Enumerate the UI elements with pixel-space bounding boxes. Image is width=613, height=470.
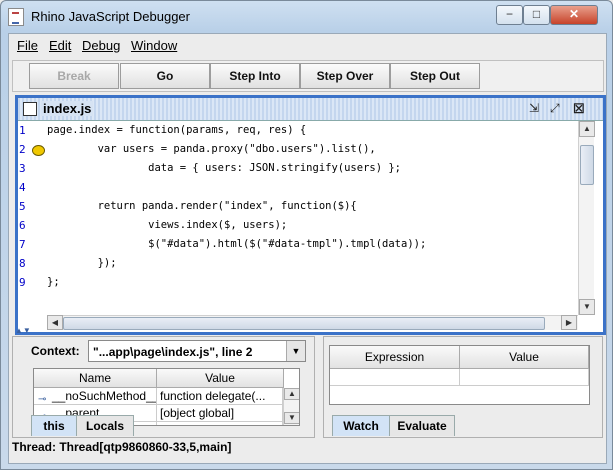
column-header-name[interactable]: Name: [34, 369, 157, 388]
line-gutter[interactable]: 1 2 3 4 5 6 7 8 9: [18, 121, 46, 315]
horizontal-scrollbar[interactable]: ◀ ▶: [47, 315, 578, 330]
code-line[interactable]: data = { users: JSON.stringify(users) };: [47, 162, 401, 174]
line-number[interactable]: 1: [19, 124, 26, 137]
scroll-up-icon[interactable]: ▲: [284, 388, 299, 400]
debug-toolbar: Break Go Step Into Step Over Step Out: [12, 60, 604, 92]
context-label: Context:: [31, 344, 80, 358]
minimize-button[interactable]: −: [496, 5, 523, 25]
tab-locals[interactable]: Locals: [76, 415, 134, 436]
watch-value-cell: [460, 369, 589, 386]
go-button[interactable]: Go: [120, 63, 210, 89]
code-line[interactable]: $("#data").html($("#data-tmpl").tmpl(dat…: [47, 238, 426, 250]
context-select[interactable]: "...app\page\index.js", line 2 ▼: [88, 340, 306, 362]
column-header-value[interactable]: Value: [157, 369, 284, 388]
scroll-left-icon[interactable]: ◀: [47, 315, 63, 330]
window-title: Rhino JavaScript Debugger: [31, 9, 190, 24]
maximize-frame-icon[interactable]: ⤢: [550, 101, 560, 116]
tab-evaluate[interactable]: Evaluate: [389, 415, 455, 436]
scroll-up-icon[interactable]: ▲: [579, 121, 595, 137]
title-bar[interactable]: Rhino JavaScript Debugger − □ ✕: [1, 1, 612, 33]
line-number[interactable]: 8: [19, 257, 26, 270]
menu-window[interactable]: Window: [131, 38, 177, 53]
expand-node-icon[interactable]: ⊸: [38, 391, 46, 404]
debugger-window: Rhino JavaScript Debugger − □ ✕ File Edi…: [0, 0, 613, 470]
tab-this[interactable]: this: [31, 415, 77, 436]
code-area[interactable]: page.index = function(params, req, res) …: [47, 121, 577, 315]
dropdown-arrow-icon[interactable]: ▼: [286, 341, 305, 361]
line-number[interactable]: 7: [19, 238, 26, 251]
break-button[interactable]: Break: [29, 63, 119, 89]
watch-table[interactable]: Expression Value: [329, 345, 590, 405]
source-filename: index.js: [41, 101, 94, 116]
code-line[interactable]: });: [47, 257, 117, 269]
scroll-thumb[interactable]: [580, 145, 594, 185]
code-line[interactable]: };: [47, 276, 60, 288]
minimize-frame-icon[interactable]: ⇲: [529, 101, 539, 115]
line-number[interactable]: 6: [19, 219, 26, 232]
step-into-button[interactable]: Step Into: [210, 63, 300, 89]
scroll-down-icon[interactable]: ▼: [284, 412, 299, 424]
scroll-down-icon[interactable]: ▼: [579, 299, 595, 315]
code-line[interactable]: page.index = function(params, req, res) …: [47, 124, 306, 136]
variable-name: __noSuchMethod__: [52, 389, 157, 403]
column-header-expression[interactable]: Expression: [330, 346, 460, 369]
splitter-arrows-icon[interactable]: ▲▼: [15, 326, 31, 335]
tab-watch[interactable]: Watch: [332, 415, 390, 436]
code-line[interactable]: var users = panda.proxy("dbo.users").lis…: [47, 143, 376, 155]
scroll-right-icon[interactable]: ▶: [561, 315, 577, 330]
source-title-bar[interactable]: index.js ⇲ ⤢ ☒: [18, 98, 603, 121]
close-frame-icon[interactable]: ☒: [573, 101, 585, 117]
menu-edit[interactable]: Edit: [49, 38, 71, 53]
source-window: index.js ⇲ ⤢ ☒ 1 2 3 4 5 6 7 8 9 page.index = fu…: [15, 95, 606, 335]
close-button[interactable]: ✕: [550, 5, 598, 25]
maximize-button[interactable]: □: [523, 5, 550, 25]
main-content: File Edit Debug Window Break Go Step Int…: [8, 33, 607, 464]
watch-expression-cell[interactable]: [330, 369, 460, 386]
vertical-scrollbar[interactable]: ▲ ▼: [578, 121, 595, 315]
line-number[interactable]: 4: [19, 181, 26, 194]
variable-value[interactable]: [object global]: [157, 405, 283, 422]
step-out-button[interactable]: Step Out: [390, 63, 480, 89]
app-icon: [8, 8, 24, 26]
step-over-button[interactable]: Step Over: [300, 63, 390, 89]
variables-scrollbar[interactable]: ▲ ▼: [283, 388, 299, 425]
line-number[interactable]: 5: [19, 200, 26, 213]
code-line[interactable]: return panda.render("index", function($)…: [47, 200, 357, 212]
code-line[interactable]: views.index($, users);: [47, 219, 287, 231]
variable-value[interactable]: [object Object]: [157, 422, 283, 425]
horizontal-scroll-thumb[interactable]: [63, 317, 545, 330]
document-icon: [23, 102, 37, 116]
execution-pointer-icon: [32, 145, 45, 156]
menu-file[interactable]: File: [17, 38, 38, 53]
context-value: "...app\page\index.js", line 2: [93, 345, 253, 359]
line-number[interactable]: 9: [19, 276, 26, 289]
watch-panel: Expression Value Watch Evaluate: [323, 336, 603, 438]
menu-debug[interactable]: Debug: [82, 38, 120, 53]
menu-bar: File Edit Debug Window: [9, 34, 606, 56]
variable-name-cell[interactable]: ⊸ __noSuchMethod__: [34, 388, 157, 405]
status-bar: Thread: Thread[qtp9860860-33,5,main]: [12, 440, 232, 454]
line-number[interactable]: 2: [19, 143, 26, 156]
column-header-watch-value[interactable]: Value: [460, 346, 589, 369]
context-panel: Context: "...app\page\index.js", line 2 …: [12, 336, 315, 438]
variable-value[interactable]: function delegate(...: [157, 388, 283, 405]
line-number[interactable]: 3: [19, 162, 26, 175]
